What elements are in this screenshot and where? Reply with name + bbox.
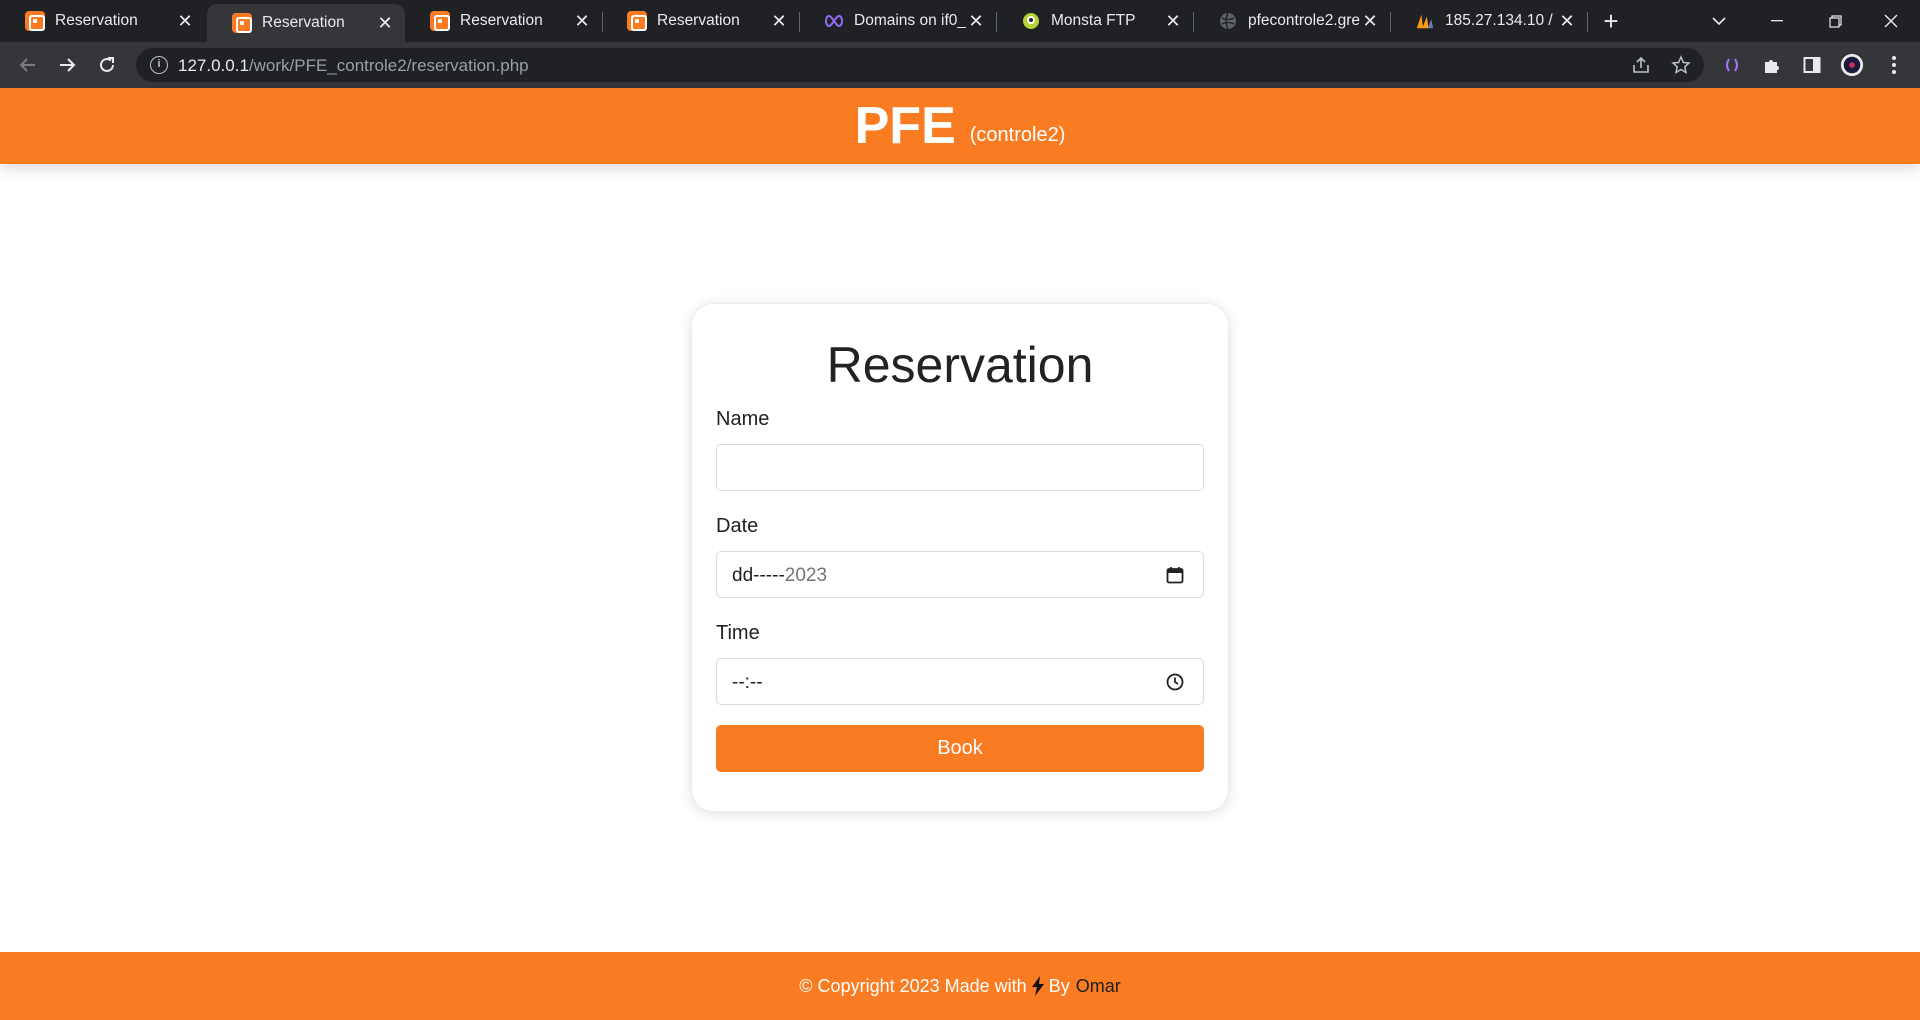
reload-button[interactable] <box>93 51 121 79</box>
globe-icon <box>1218 11 1238 31</box>
tab-title: Reservation <box>55 12 138 29</box>
side-panel-icon[interactable] <box>1800 53 1824 77</box>
time-input[interactable]: --:-- <box>716 658 1204 705</box>
clock-icon[interactable] <box>1165 672 1185 692</box>
footer-copyright: © Copyright 2023 Made with <box>799 975 1027 996</box>
tab-title: Reservation <box>262 14 345 31</box>
form-title: Reservation <box>826 337 1094 393</box>
extensions-puzzle-icon[interactable] <box>1760 53 1784 77</box>
tab-title: 185.27.134.10 / sc <box>1445 12 1557 29</box>
reservation-card: Reservation Name Date dd-----2023 Time -… <box>691 303 1229 812</box>
browser-menu-icon[interactable] <box>1882 53 1906 77</box>
calendar-icon[interactable] <box>1165 565 1185 585</box>
bookmark-star-icon[interactable] <box>1669 53 1693 77</box>
site-footer: © Copyright 2023 Made with By Omar <box>0 952 1920 1020</box>
xampp-icon <box>25 11 45 31</box>
infinity-icon <box>824 11 844 31</box>
tab-domains[interactable]: Domains on if0_3 ✕ <box>799 0 996 42</box>
site-header: PFE (controle2) <box>0 88 1920 164</box>
forward-button[interactable] <box>53 51 81 79</box>
tab-title: Monsta FTP <box>1051 12 1136 29</box>
tab-reservation-4[interactable]: Reservation ✕ <box>602 0 799 42</box>
url-path: /work/PFE_controle2/reservation.php <box>248 56 529 75</box>
book-button[interactable]: Book <box>716 725 1204 772</box>
share-icon[interactable] <box>1629 53 1653 77</box>
extension-bracket-icon[interactable] <box>1720 53 1744 77</box>
footer-by: By <box>1048 975 1070 996</box>
footer-author-link[interactable]: Omar <box>1076 976 1121 997</box>
xampp-icon <box>627 11 647 31</box>
minimize-button[interactable] <box>1748 0 1806 42</box>
close-icon[interactable]: ✕ <box>175 11 195 31</box>
tab-search-button[interactable] <box>1690 0 1748 42</box>
url-host: 127.0.0.1 <box>178 56 249 75</box>
close-icon[interactable]: ✕ <box>1557 11 1577 31</box>
window-close-button[interactable] <box>1862 0 1920 42</box>
xampp-icon <box>232 13 252 33</box>
address-bar[interactable]: i 127.0.0.1/work/PFE_controle2/reservati… <box>136 48 1704 82</box>
tab-title: pfecontrole2.grea <box>1248 12 1360 29</box>
tab-reservation-2[interactable]: Reservation ✕ <box>207 4 405 42</box>
tab-reservation-1[interactable]: Reservation ✕ <box>0 0 205 42</box>
address-url[interactable]: 127.0.0.1/work/PFE_controle2/reservation… <box>178 56 529 76</box>
site-info-icon[interactable]: i <box>150 56 168 74</box>
close-icon[interactable]: ✕ <box>572 11 592 31</box>
profile-avatar-icon[interactable] <box>1840 53 1864 77</box>
tab-pfecontrole2[interactable]: pfecontrole2.grea ✕ <box>1193 0 1390 42</box>
tab-title: Reservation <box>460 12 543 29</box>
tab-title: Domains on if0_3 <box>854 12 966 29</box>
browser-toolbar: i 127.0.0.1/work/PFE_controle2/reservati… <box>0 42 1920 88</box>
close-icon[interactable]: ✕ <box>1360 11 1380 31</box>
tab-phpmyadmin[interactable]: 185.27.134.10 / sc ✕ <box>1390 0 1587 42</box>
name-input[interactable] <box>716 444 1204 491</box>
time-input-value: --:-- <box>732 672 763 693</box>
date-year: 2023 <box>784 565 828 586</box>
date-label: Date <box>716 515 759 537</box>
tab-separator <box>1587 12 1588 32</box>
lightning-bolt-icon <box>1031 976 1045 996</box>
tab-reservation-3[interactable]: Reservation ✕ <box>405 0 602 42</box>
time-label: Time <box>716 622 760 644</box>
tab-title: Reservation <box>657 12 740 29</box>
new-tab-button[interactable]: + <box>1598 8 1624 34</box>
close-icon[interactable]: ✕ <box>769 11 789 31</box>
close-icon[interactable]: ✕ <box>375 13 395 33</box>
tab-monsta-ftp[interactable]: Monsta FTP ✕ <box>996 0 1193 42</box>
back-button[interactable] <box>14 51 42 79</box>
date-input-value: dd-----2023 <box>732 565 827 587</box>
site-brand-subtitle: (controle2) <box>969 123 1066 146</box>
close-icon[interactable]: ✕ <box>966 11 986 31</box>
xampp-icon <box>430 11 450 31</box>
browser-tab-strip: Reservation ✕ Reservation ✕ Reservation … <box>0 0 1920 42</box>
date-input[interactable]: dd-----2023 <box>716 551 1204 598</box>
restore-button[interactable] <box>1806 0 1864 42</box>
close-icon[interactable]: ✕ <box>1163 11 1183 31</box>
site-brand[interactable]: PFE <box>855 96 956 156</box>
monsta-icon <box>1021 11 1041 31</box>
phpmyadmin-icon <box>1415 11 1435 31</box>
name-label: Name <box>716 408 770 430</box>
date-day-month: dd----- <box>732 565 785 586</box>
